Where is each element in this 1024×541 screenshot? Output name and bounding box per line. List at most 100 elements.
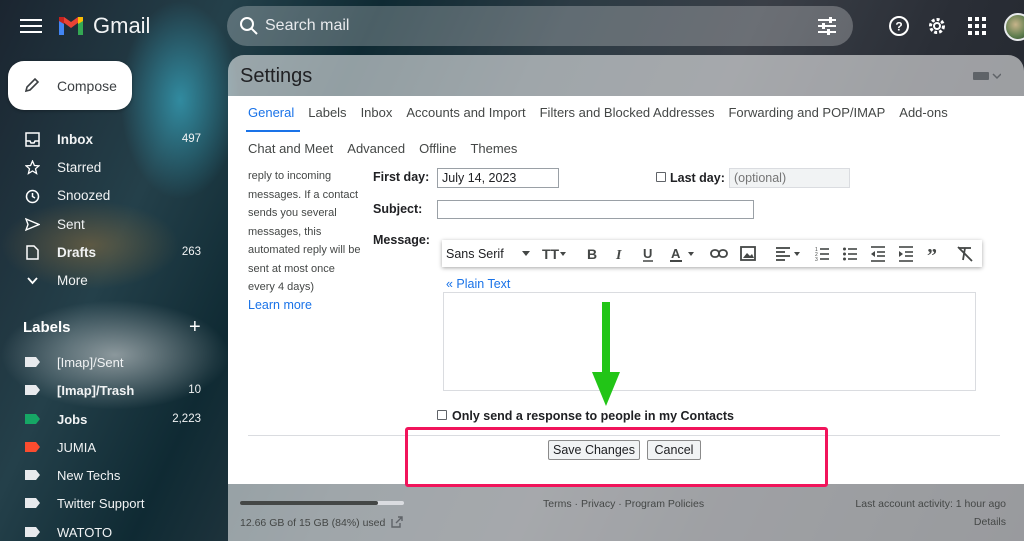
privacy-link[interactable]: Privacy <box>581 498 615 510</box>
indent-more-icon[interactable] <box>898 244 914 263</box>
input-tools-keyboard-icon[interactable] <box>973 70 1001 82</box>
footer-separator: · <box>618 498 622 510</box>
help-line: messages. If a contact <box>248 188 359 201</box>
settings-tabs-row2: Chat and Meet Advanced Offline Themes <box>248 141 531 156</box>
bold-icon[interactable]: B <box>584 244 600 263</box>
remove-formatting-icon[interactable] <box>956 244 974 263</box>
tab-offline[interactable]: Offline <box>419 141 456 156</box>
contacts-only-label: Only send a response to people in my Con… <box>452 409 735 423</box>
sidebar-item-starred[interactable]: Starred <box>0 153 215 181</box>
indent-less-icon[interactable] <box>870 244 886 263</box>
sidebar-item-inbox[interactable]: Inbox 497 <box>0 125 215 153</box>
label-tag-icon <box>25 526 40 537</box>
sidebar-item-label: Drafts <box>57 244 97 260</box>
label-item[interactable]: Jobs 2,223 <box>0 405 215 433</box>
apps-grid-icon[interactable] <box>966 15 988 37</box>
program-policies-link[interactable]: Program Policies <box>625 498 704 510</box>
first-day-label: First day: <box>373 170 430 184</box>
message-editor[interactable] <box>443 292 976 391</box>
label-item[interactable]: New Techs <box>0 461 215 489</box>
svg-text:I: I <box>615 248 622 263</box>
numbered-list-icon[interactable]: 123 <box>814 244 830 263</box>
draft-count: 263 <box>181 246 201 259</box>
app-name: Gmail <box>93 13 151 38</box>
label-tag-icon <box>25 470 40 481</box>
bulleted-list-icon[interactable] <box>842 244 858 263</box>
align-icon[interactable] <box>774 244 804 263</box>
sidebar-item-sent[interactable]: Sent <box>0 210 215 238</box>
tab-forwarding[interactable]: Forwarding and POP/IMAP <box>728 105 885 120</box>
search-options-icon[interactable] <box>817 17 837 35</box>
settings-gear-icon[interactable] <box>926 15 948 37</box>
sidebar-item-label: Starred <box>57 159 102 175</box>
terms-link[interactable]: Terms <box>543 498 572 510</box>
help-line: every 4 days) <box>248 281 315 293</box>
label-name: [Imap]/Trash <box>57 383 135 399</box>
label-tag-icon <box>25 357 40 367</box>
active-tab-indicator <box>246 130 300 132</box>
sidebar-item-drafts[interactable]: Drafts 263 <box>0 238 215 266</box>
label-item[interactable]: JUMIA <box>0 433 215 461</box>
tab-inbox[interactable]: Inbox <box>361 105 393 120</box>
gmail-logo[interactable]: Gmail <box>57 13 150 39</box>
first-day-input[interactable] <box>437 168 559 188</box>
image-icon[interactable] <box>740 244 756 263</box>
svg-text:A: A <box>671 246 681 261</box>
quote-icon[interactable]: ” <box>926 244 942 263</box>
help-line: messages, this <box>248 225 322 238</box>
font-size-icon[interactable]: TT <box>540 244 568 263</box>
sidebar-item-more[interactable]: More <box>0 266 215 294</box>
create-label-button[interactable]: + <box>189 317 201 337</box>
label-tag-icon <box>25 385 40 396</box>
learn-more-link[interactable]: Learn more <box>248 298 312 312</box>
label-item[interactable]: Twitter Support <box>0 489 215 517</box>
sidebar-nav: Inbox 497 Starred Snoozed Sent Drafts 26… <box>0 125 215 295</box>
last-day-checkbox[interactable] <box>656 172 666 182</box>
italic-icon[interactable]: I <box>612 244 628 263</box>
font-family-select[interactable]: Sans Serif <box>446 244 534 263</box>
label-item[interactable]: [Imap]/Trash 10 <box>0 376 215 404</box>
avatar[interactable] <box>1004 13 1024 41</box>
sidebar-item-label: More <box>57 273 88 289</box>
sidebar-item-snoozed[interactable]: Snoozed <box>0 182 215 210</box>
tab-general[interactable]: General <box>248 105 294 120</box>
help-icon[interactable]: ? <box>888 15 910 37</box>
main-menu-icon[interactable] <box>20 16 42 34</box>
vacation-help-text: reply to incoming messages. If a contact… <box>248 167 363 297</box>
draft-icon <box>26 245 39 260</box>
page-title: Settings <box>240 65 313 87</box>
tab-themes[interactable]: Themes <box>470 141 517 156</box>
tab-chat-meet[interactable]: Chat and Meet <box>248 141 333 156</box>
label-tag-icon <box>25 498 40 509</box>
tab-accounts-import[interactable]: Accounts and Import <box>406 105 525 120</box>
search-bar <box>227 6 853 46</box>
contacts-only-checkbox[interactable] <box>437 410 447 420</box>
pencil-icon <box>24 77 40 93</box>
details-link[interactable]: Details <box>950 516 1006 528</box>
tab-advanced[interactable]: Advanced <box>347 141 405 156</box>
subject-input[interactable] <box>437 200 754 219</box>
search-icon[interactable] <box>239 16 259 36</box>
storage-used: 12.66 GB of 15 GB (84%) used <box>240 517 386 529</box>
search-input[interactable] <box>265 14 785 38</box>
help-line: sends you several <box>248 207 337 219</box>
svg-text:3: 3 <box>815 257 818 263</box>
top-bar: Gmail ? <box>0 0 1024 54</box>
external-link-icon[interactable] <box>391 516 403 528</box>
plain-text-link[interactable]: « Plain Text <box>446 277 510 291</box>
label-item[interactable]: WATOTO <box>0 518 215 541</box>
compose-button[interactable]: Compose <box>8 61 132 110</box>
label-tag-icon <box>25 441 40 452</box>
sidebar-item-label: Snoozed <box>57 188 111 204</box>
last-day-input[interactable] <box>729 168 850 188</box>
label-item[interactable]: [Imap]/Sent <box>0 348 215 376</box>
sidebar-item-label: Sent <box>57 216 85 232</box>
link-icon[interactable] <box>710 244 728 263</box>
tab-filters[interactable]: Filters and Blocked Addresses <box>540 105 715 120</box>
subject-label: Subject: <box>373 202 423 216</box>
tab-labels[interactable]: Labels <box>308 105 346 120</box>
tab-addons[interactable]: Add-ons <box>899 105 947 120</box>
underline-icon[interactable]: U <box>640 244 656 263</box>
label-name: New Techs <box>57 468 121 484</box>
text-color-icon[interactable]: A <box>668 244 698 263</box>
